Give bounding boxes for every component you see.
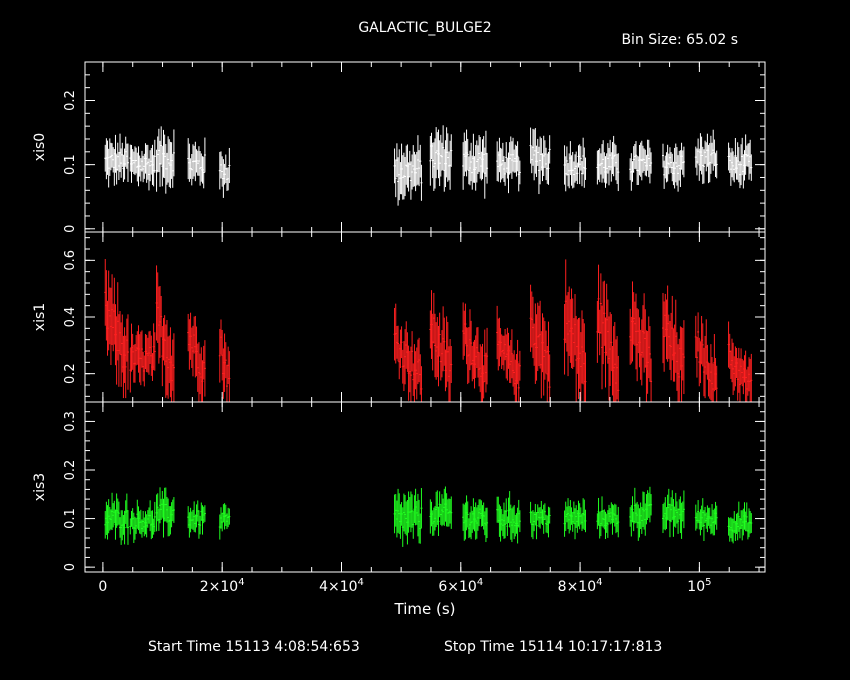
x-tick-label: 8×104 xyxy=(558,577,603,595)
start-time-label: Start Time 15113 4:08:54:653 xyxy=(148,639,360,655)
xis1-y-tick-label: 0.6 xyxy=(63,250,78,271)
xis3-y-tick-label: 0.2 xyxy=(63,460,78,481)
xis3-y-tick-label: 0.1 xyxy=(63,508,78,529)
stop-time-label: Stop Time 15114 10:17:17:813 xyxy=(444,639,662,655)
xis1-y-tick-label: 0.2 xyxy=(63,363,78,384)
x-tick-label: 4×104 xyxy=(319,577,364,595)
xis3-y-axis-label: xis3 xyxy=(32,473,48,501)
xis0-y-tick-label: 0.2 xyxy=(63,90,78,111)
chart-title: GALACTIC_BULGE2 xyxy=(358,20,491,36)
xis0-y-tick-label: 0 xyxy=(63,225,78,233)
xis3-y-tick-label: 0.3 xyxy=(63,411,78,432)
x-tick-label: 2×104 xyxy=(200,577,245,595)
xis0-y-tick-label: 0.1 xyxy=(63,154,78,175)
xis1-y-axis-label: xis1 xyxy=(32,303,48,331)
x-tick-label: 6×104 xyxy=(438,577,483,595)
x-tick-label: 0 xyxy=(98,579,107,595)
xis0-y-axis-label: xis0 xyxy=(32,133,48,161)
x-axis-label: Time (s) xyxy=(394,600,456,618)
bin-size-label: Bin Size: 65.02 s xyxy=(621,32,738,48)
light-curve-plot: GALACTIC_BULGE2 Bin Size: 65.02 s Time (… xyxy=(0,0,850,680)
xis3-y-tick-label: 0 xyxy=(63,563,78,571)
xis1-y-tick-label: 0.4 xyxy=(63,307,78,328)
